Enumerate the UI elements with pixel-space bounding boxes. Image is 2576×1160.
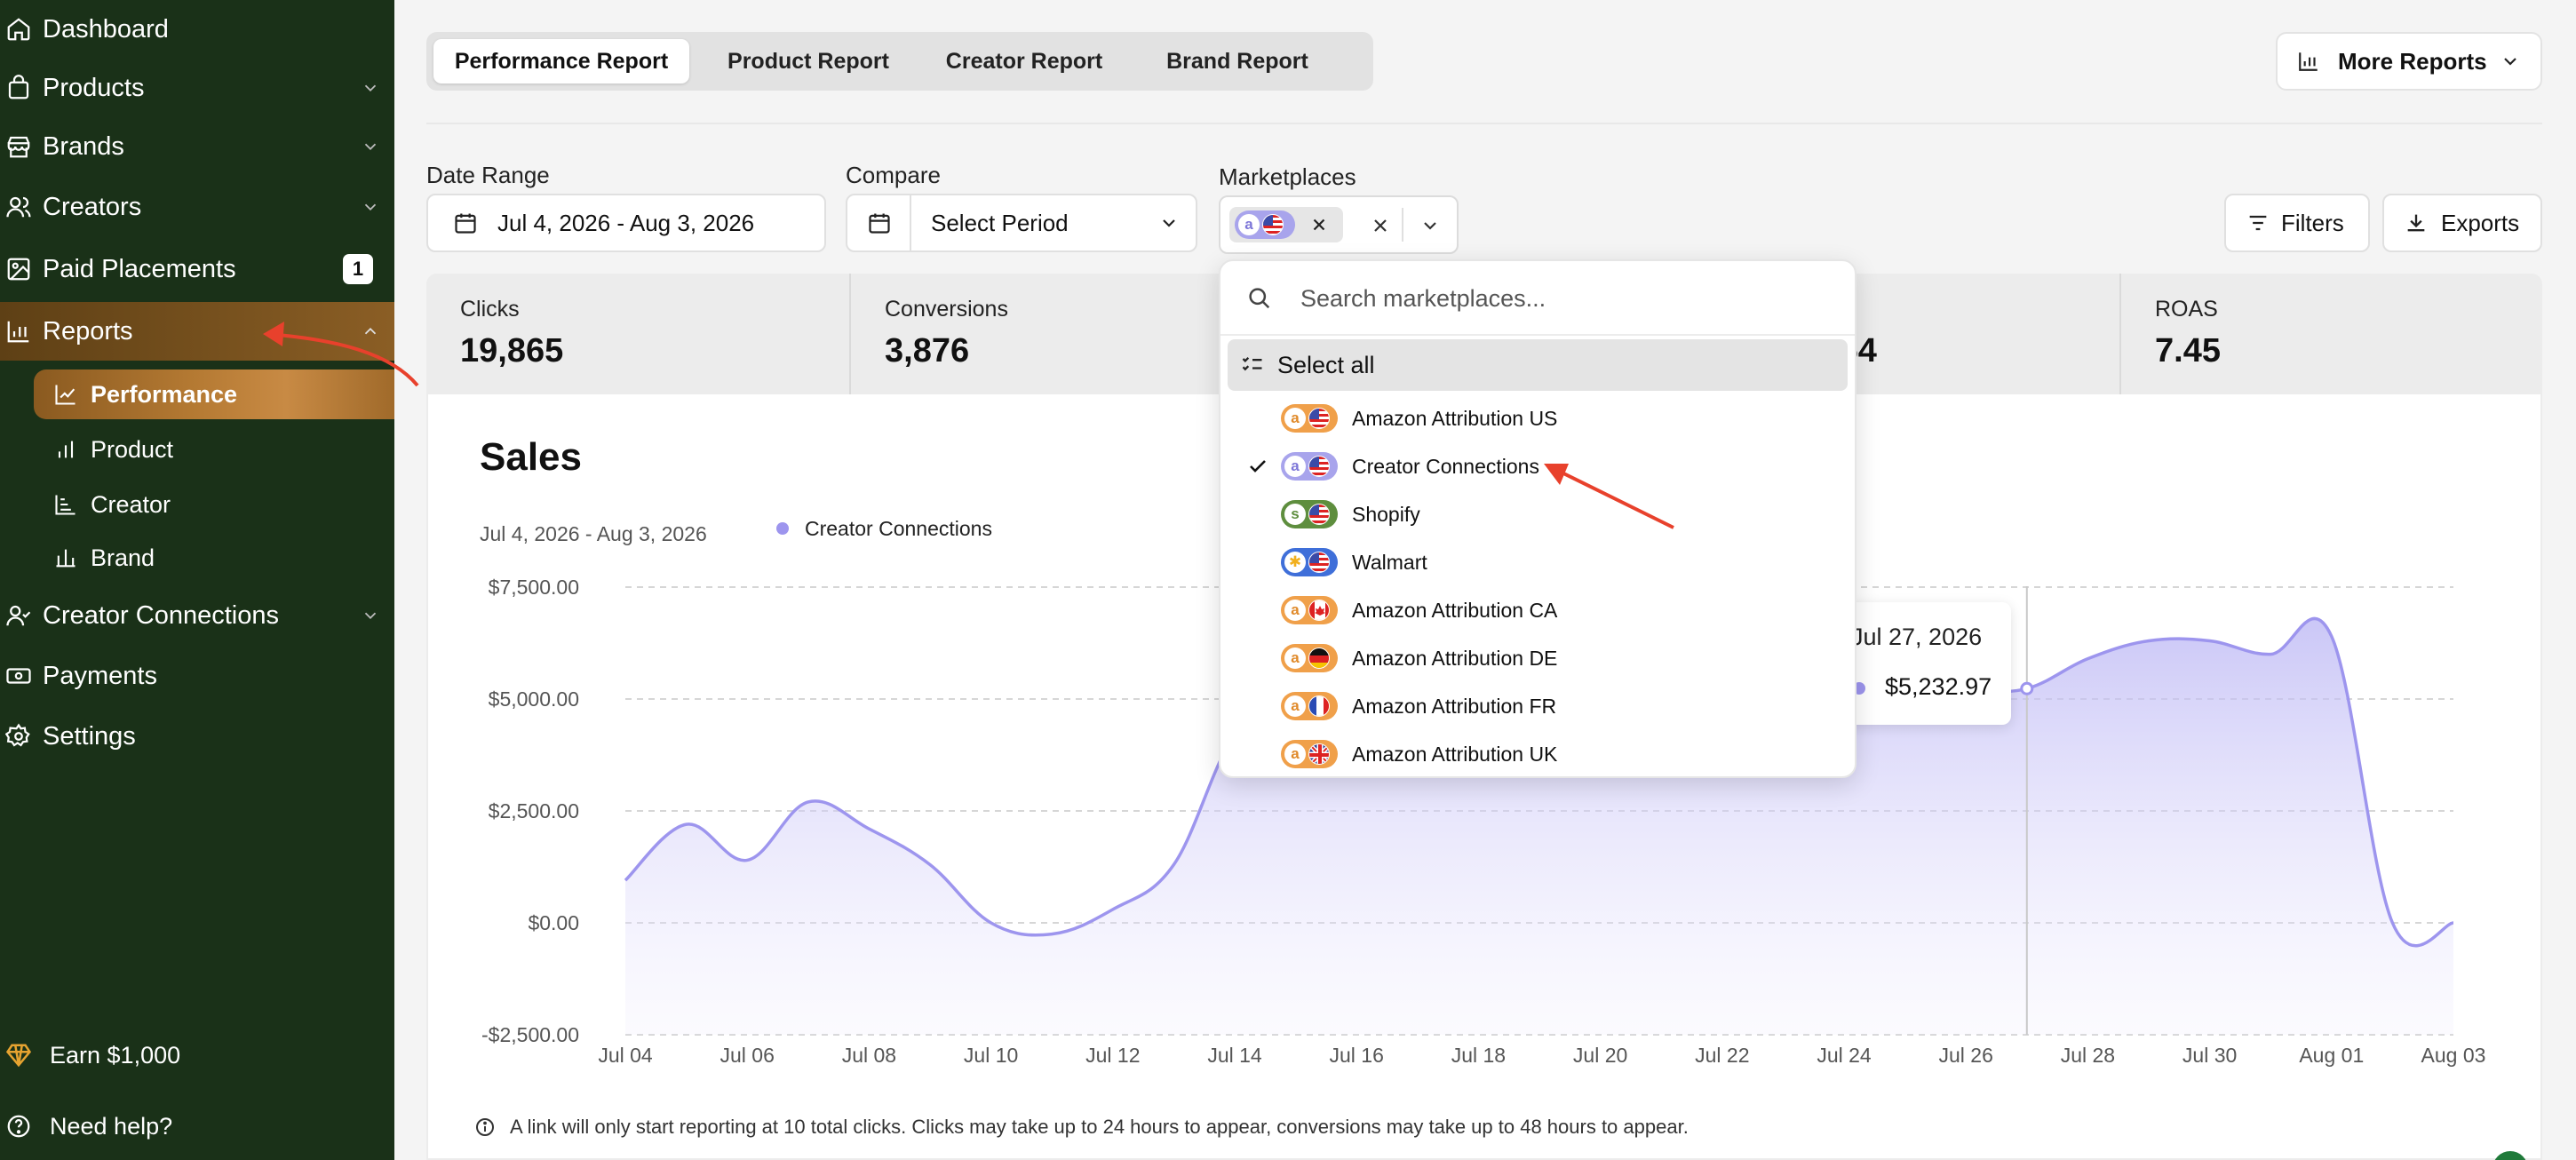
fr-flag-icon bbox=[1308, 695, 1330, 717]
marketplace-option-label: Walmart bbox=[1352, 550, 1427, 574]
marketplace-option[interactable]: a Amazon Attribution CA bbox=[1228, 586, 1848, 634]
check-icon bbox=[1250, 460, 1266, 473]
marketplace-option[interactable]: a Amazon Attribution UK bbox=[1228, 730, 1848, 778]
x-tick-label: Jul 16 bbox=[1330, 1044, 1384, 1067]
hover-point bbox=[2020, 681, 2034, 695]
amazon-logo-icon: a bbox=[1284, 648, 1306, 669]
x-tick-label: Jul 14 bbox=[1207, 1044, 1262, 1067]
search-icon bbox=[1249, 288, 1270, 309]
tooltip-value: $5,232.97 bbox=[1885, 673, 1992, 700]
marketplace-pill: a bbox=[1281, 452, 1338, 481]
x-tick-label: Jul 24 bbox=[1817, 1044, 1872, 1067]
x-tick-label: Jul 30 bbox=[2182, 1044, 2237, 1067]
x-tick-label: Jul 06 bbox=[720, 1044, 775, 1067]
amazon-logo-icon: a bbox=[1284, 600, 1306, 621]
us-flag-icon bbox=[1308, 504, 1330, 525]
marketplace-pill: a bbox=[1281, 692, 1338, 720]
dropdown-search bbox=[1220, 261, 1855, 336]
x-tick-label: Jul 10 bbox=[964, 1044, 1018, 1067]
marketplace-pill: a bbox=[1281, 404, 1338, 433]
marketplace-option-label: Amazon Attribution FR bbox=[1352, 694, 1557, 718]
x-tick-label: Jul 26 bbox=[1939, 1044, 1993, 1067]
y-tick-label: $0.00 bbox=[528, 911, 579, 934]
ca-flag-icon bbox=[1308, 600, 1330, 621]
de-flag-icon bbox=[1308, 648, 1330, 669]
marketplace-option-label: Shopify bbox=[1352, 502, 1420, 526]
y-tick-label: -$2,500.00 bbox=[481, 1023, 579, 1046]
marketplace-option-label: Amazon Attribution UK bbox=[1352, 742, 1558, 766]
amazon-logo-icon: a bbox=[1284, 695, 1306, 717]
uk-flag-icon bbox=[1308, 743, 1330, 765]
marketplace-option[interactable]: s Shopify bbox=[1228, 490, 1848, 538]
amazon-logo-icon: a bbox=[1284, 408, 1306, 429]
marketplace-option-label: Amazon Attribution US bbox=[1352, 406, 1558, 430]
us-flag-icon bbox=[1308, 456, 1330, 477]
marketplace-option[interactable]: a Amazon Attribution FR bbox=[1228, 682, 1848, 730]
marketplace-pill: s bbox=[1281, 500, 1338, 528]
shopify-logo-icon: s bbox=[1284, 504, 1306, 525]
y-tick-label: $7,500.00 bbox=[489, 576, 579, 599]
marketplace-option-label: Creator Connections bbox=[1352, 454, 1539, 478]
x-tick-label: Aug 01 bbox=[2299, 1044, 2364, 1067]
y-tick-label: $5,000.00 bbox=[489, 687, 579, 711]
y-tick-label: $2,500.00 bbox=[489, 799, 579, 822]
marketplace-option-label: Amazon Attribution DE bbox=[1352, 646, 1558, 670]
amazon-logo-icon: a bbox=[1284, 456, 1306, 477]
x-tick-label: Jul 28 bbox=[2061, 1044, 2115, 1067]
x-tick-label: Aug 03 bbox=[2421, 1044, 2486, 1067]
walmart-logo-icon: ✱ bbox=[1284, 552, 1306, 573]
tooltip-date: Jul 27, 2026 bbox=[1851, 624, 1983, 650]
x-tick-label: Jul 22 bbox=[1695, 1044, 1749, 1067]
marketplace-search-input[interactable] bbox=[1300, 279, 1816, 318]
marketplace-option[interactable]: a Amazon Attribution DE bbox=[1228, 634, 1848, 682]
x-tick-label: Jul 18 bbox=[1451, 1044, 1506, 1067]
x-tick-label: Jul 08 bbox=[842, 1044, 896, 1067]
x-tick-label: Jul 12 bbox=[1085, 1044, 1140, 1067]
amazon-logo-icon: a bbox=[1284, 743, 1306, 765]
us-flag-icon bbox=[1308, 408, 1330, 429]
marketplace-option[interactable]: a Creator Connections bbox=[1228, 442, 1848, 490]
marketplace-option-label: Amazon Attribution CA bbox=[1352, 598, 1558, 622]
marketplace-option[interactable]: a Amazon Attribution US bbox=[1228, 394, 1848, 442]
x-tick-label: Jul 20 bbox=[1573, 1044, 1627, 1067]
marketplace-option[interactable]: ✱ Walmart bbox=[1228, 538, 1848, 586]
marketplace-pill: a bbox=[1281, 596, 1338, 624]
marketplaces-dropdown: Select all a Amazon Attribution US a Creato… bbox=[1219, 259, 1856, 778]
select-all-label: Select all bbox=[1277, 351, 1375, 378]
x-tick-label: Jul 04 bbox=[598, 1044, 653, 1067]
marketplace-pill: ✱ bbox=[1281, 548, 1338, 576]
marketplace-pill: a bbox=[1281, 644, 1338, 672]
marketplace-pill: a bbox=[1281, 740, 1338, 768]
us-flag-icon bbox=[1308, 552, 1330, 573]
list-checks-icon bbox=[1242, 357, 1262, 371]
select-all-option[interactable]: Select all bbox=[1228, 339, 1848, 391]
